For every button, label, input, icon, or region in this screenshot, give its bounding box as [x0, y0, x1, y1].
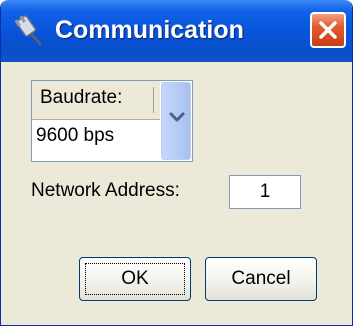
network-address-label: Network Address: — [31, 180, 180, 201]
plug-cable-icon — [11, 14, 45, 48]
network-address-input[interactable]: 1 — [229, 175, 301, 209]
window-title: Communication — [55, 16, 244, 44]
baudrate-header: Baudrate: — [32, 81, 160, 120]
cancel-button[interactable]: Cancel — [205, 257, 317, 301]
ok-button-label: OK — [85, 263, 185, 295]
ok-button[interactable]: OK — [79, 257, 191, 301]
chevron-down-icon — [169, 112, 185, 122]
baudrate-combobox[interactable]: Baudrate: 9600 bps — [31, 80, 193, 162]
baudrate-value[interactable]: 9600 bps — [36, 125, 114, 147]
communication-dialog: Communication Baudrate: 9600 bps Network… — [0, 0, 353, 326]
header-divider — [153, 87, 154, 113]
title-bar[interactable]: Communication — [1, 0, 352, 62]
baudrate-label: Baudrate: — [40, 87, 123, 108]
close-icon — [319, 21, 337, 39]
dialog-body: Baudrate: 9600 bps Network Address: 1 OK… — [7, 62, 346, 320]
close-button[interactable] — [310, 12, 346, 48]
baudrate-dropdown-button[interactable] — [161, 82, 191, 160]
